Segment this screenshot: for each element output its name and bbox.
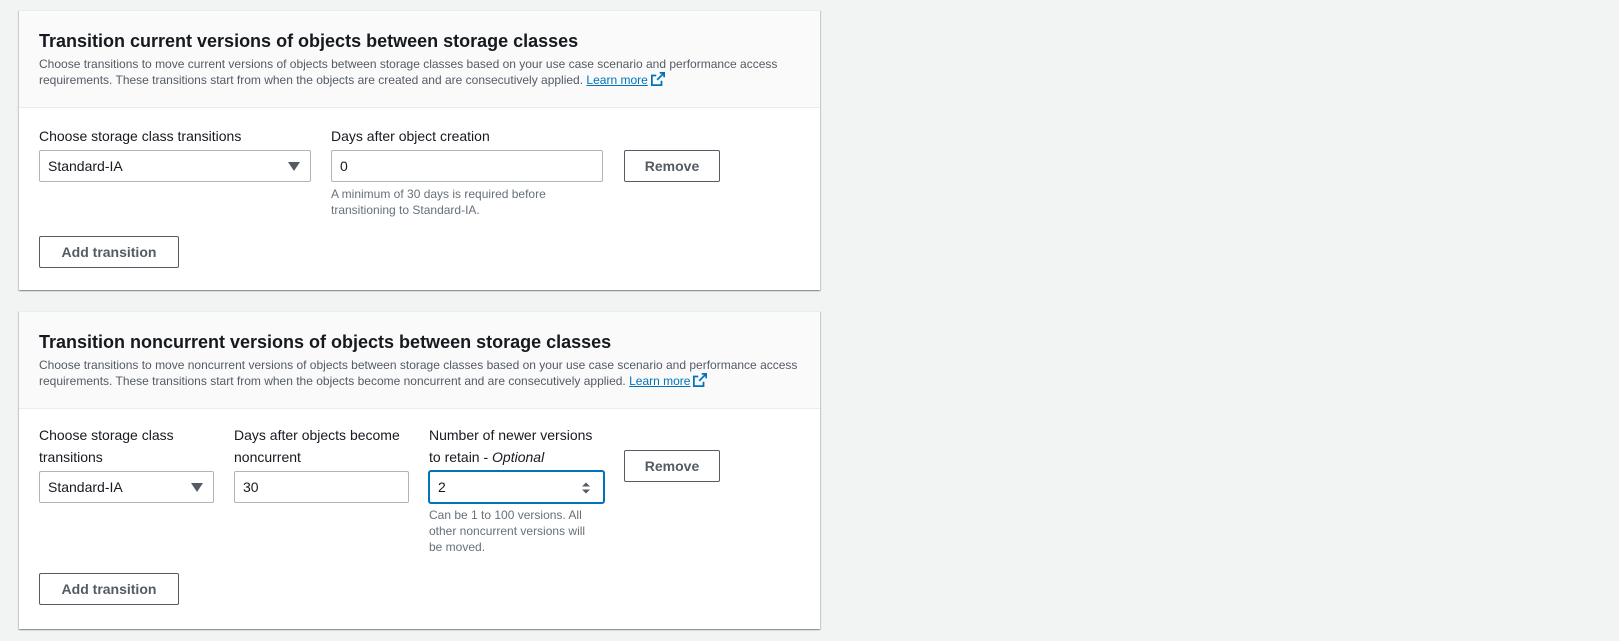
storage-class-label: Choose storage class transitions [39,128,242,144]
days-after-creation-input[interactable]: 0 [331,150,603,182]
newer-versions-input[interactable]: 2 [429,471,604,503]
current-versions-description-text: Choose transitions to move current versi… [39,57,778,87]
storage-class-label: Choose storage class transitions [39,427,174,465]
remove-transition-button[interactable]: Remove [624,150,720,182]
external-link-icon [650,72,665,86]
newer-versions-value: 2 [438,479,446,495]
add-transition-button[interactable]: Add transition [39,573,179,605]
caret-down-icon [191,483,203,492]
newer-versions-hint: Can be 1 to 100 versions. All other nonc… [429,508,586,554]
optional-tag: Optional [492,449,545,465]
noncurrent-versions-body: Choose storage class transitions Standar… [19,409,820,630]
spinner-icon[interactable] [581,481,591,495]
days-after-creation-hint: A minimum of 30 days is required before … [331,187,546,217]
days-after-noncurrent-input[interactable]: 30 [234,471,409,503]
current-versions-title: Transition current versions of objects b… [39,31,579,51]
learn-more-label: Learn more [629,374,691,388]
storage-class-select-value: Standard-IA [48,158,123,174]
days-after-creation-value: 0 [340,158,348,174]
current-versions-panel: Transition current versions of objects b… [19,10,820,290]
noncurrent-versions-learn-more-link[interactable]: Learn more [629,373,708,388]
newer-versions-label: Number of newer versions to retain - Opt… [429,424,604,468]
remove-transition-button[interactable]: Remove [624,450,720,482]
storage-class-select-value: Standard-IA [48,479,123,495]
noncurrent-versions-header: Transition noncurrent versions of object… [19,312,820,409]
days-after-noncurrent-label: Days after objects become noncurrent [234,427,400,465]
learn-more-label: Learn more [586,73,648,87]
caret-down-icon [288,162,300,171]
current-versions-header: Transition current versions of objects b… [19,11,820,108]
noncurrent-versions-title: Transition noncurrent versions of object… [39,332,612,352]
noncurrent-versions-description: Choose transitions to move noncurrent ve… [39,357,800,389]
storage-class-select[interactable]: Standard-IA [39,471,214,503]
current-versions-learn-more-link[interactable]: Learn more [586,72,665,87]
days-after-creation-label: Days after object creation [331,128,490,144]
days-after-noncurrent-value: 30 [243,479,259,495]
add-transition-button[interactable]: Add transition [39,236,179,268]
noncurrent-versions-panel: Transition noncurrent versions of object… [19,311,820,629]
storage-class-select[interactable]: Standard-IA [39,150,311,182]
current-versions-description: Choose transitions to move current versi… [39,56,800,88]
external-link-icon [693,373,708,387]
current-versions-body: Choose storage class transitions Standar… [19,108,820,291]
